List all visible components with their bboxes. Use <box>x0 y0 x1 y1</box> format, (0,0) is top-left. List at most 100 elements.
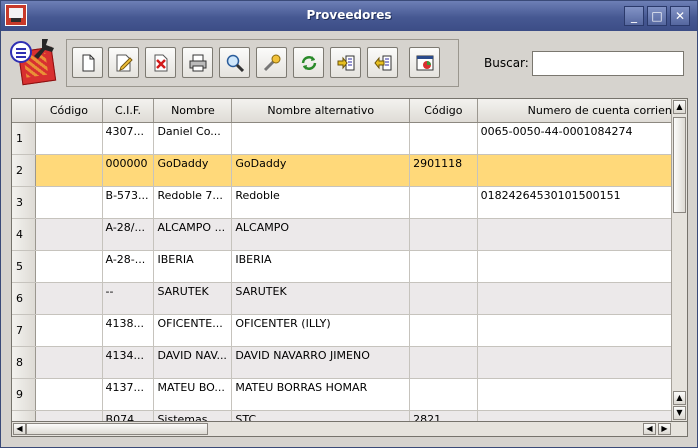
edit-button[interactable] <box>108 47 139 78</box>
table-row[interactable]: 8 4134... DAVID NAV... DAVID NAVARRO JIMENO <box>12 346 687 379</box>
vertical-scroll-thumb[interactable] <box>673 117 686 213</box>
cell-nombre-alternativo[interactable]: Redoble <box>231 186 411 219</box>
cell-cif[interactable]: B-573... <box>102 186 155 219</box>
column-header-nombre-alternativo[interactable]: Nombre alternativo <box>231 99 411 123</box>
row-number[interactable]: 9 <box>12 378 37 411</box>
cell-numero-cuenta[interactable] <box>477 378 687 411</box>
cell-cif[interactable]: 4138... <box>102 314 155 347</box>
tools-button[interactable] <box>256 47 287 78</box>
cell-codigo-2[interactable] <box>409 378 478 411</box>
cell-nombre-alternativo[interactable]: ALCAMPO <box>231 218 411 251</box>
table-row[interactable]: 3 B-573... Redoble 7... Redoble 018242645301… <box>12 186 687 219</box>
table-row[interactable]: 4 A-28/... ALCAMPO ... ALCAMPO <box>12 218 687 251</box>
table-row[interactable]: 5 A-28-... IBERIA IBERIA <box>12 250 687 283</box>
cell-nombre-alternativo[interactable]: GoDaddy <box>231 154 411 187</box>
suppliers-table[interactable]: Código C.I.F. Nombre Nombre alternativo … <box>11 98 688 423</box>
row-number[interactable]: 5 <box>12 250 37 283</box>
close-button[interactable]: ✕ <box>670 6 690 26</box>
cell-nombre[interactable]: SARUTEK <box>153 282 233 315</box>
scroll-up-button[interactable]: ▲ <box>673 100 686 114</box>
menu-logo-button[interactable] <box>10 39 58 87</box>
cell-nombre-alternativo[interactable]: MATEU BORRAS HOMAR <box>231 378 411 411</box>
cell-numero-cuenta[interactable] <box>477 154 687 187</box>
column-header-codigo[interactable]: Código <box>35 99 103 123</box>
column-header-codigo-2[interactable]: Código <box>409 99 478 123</box>
cell-numero-cuenta[interactable] <box>477 250 687 283</box>
scroll-down-button[interactable]: ▼ <box>673 406 686 420</box>
cell-cif[interactable]: A-28-... <box>102 250 155 283</box>
cell-numero-cuenta[interactable]: 0065-0050-44-0001084274 <box>477 122 687 155</box>
cell-codigo[interactable] <box>35 154 103 187</box>
minimize-button[interactable]: _ <box>624 6 644 26</box>
new-button[interactable] <box>72 47 103 78</box>
row-number[interactable]: 8 <box>12 346 37 379</box>
title-bar[interactable]: Proveedores _ □ ✕ <box>1 1 697 31</box>
horizontal-scrollbar[interactable]: ◀ ◀ ▶ <box>11 421 688 437</box>
cell-codigo-2[interactable] <box>409 218 478 251</box>
cell-nombre[interactable]: GoDaddy <box>153 154 233 187</box>
cell-codigo[interactable] <box>35 378 103 411</box>
import-button[interactable] <box>330 47 361 78</box>
corner-header[interactable] <box>12 99 37 123</box>
scroll-left-button[interactable]: ◀ <box>13 423 26 435</box>
cell-numero-cuenta[interactable] <box>477 314 687 347</box>
cell-nombre[interactable]: Redoble 7... <box>153 186 233 219</box>
cell-numero-cuenta[interactable] <box>477 346 687 379</box>
search-button[interactable] <box>219 47 250 78</box>
cell-nombre-alternativo[interactable]: OFICENTER (ILLY) <box>231 314 411 347</box>
row-number[interactable]: 7 <box>12 314 37 347</box>
cell-nombre-alternativo[interactable] <box>231 122 411 155</box>
table-row[interactable]: 7 4138... OFICENTE... OFICENTER (ILLY) <box>12 314 687 347</box>
cell-numero-cuenta[interactable] <box>477 218 687 251</box>
row-number[interactable]: 4 <box>12 218 37 251</box>
cell-nombre[interactable]: IBERIA <box>153 250 233 283</box>
cell-nombre[interactable]: MATEU BO... <box>153 378 233 411</box>
column-header-nombre[interactable]: Nombre <box>153 99 233 123</box>
print-button[interactable] <box>182 47 213 78</box>
row-number[interactable]: 1 <box>12 122 37 155</box>
table-row[interactable]: 6 -- SARUTEK SARUTEK <box>12 282 687 315</box>
cell-codigo[interactable] <box>35 186 103 219</box>
cell-codigo-2[interactable] <box>409 250 478 283</box>
cell-codigo-2[interactable] <box>409 122 478 155</box>
cell-codigo-2[interactable] <box>409 186 478 219</box>
cell-nombre-alternativo[interactable]: IBERIA <box>231 250 411 283</box>
row-number[interactable]: 3 <box>12 186 37 219</box>
maximize-button[interactable]: □ <box>647 6 667 26</box>
cell-cif[interactable]: 4137... <box>102 378 155 411</box>
cell-nombre[interactable]: OFICENTE... <box>153 314 233 347</box>
cell-codigo[interactable] <box>35 218 103 251</box>
cell-cif[interactable]: 4307... <box>102 122 155 155</box>
cell-nombre-alternativo[interactable]: SARUTEK <box>231 282 411 315</box>
cell-codigo[interactable] <box>35 346 103 379</box>
row-number[interactable]: 6 <box>12 282 37 315</box>
cell-codigo[interactable] <box>35 314 103 347</box>
horizontal-scroll-thumb[interactable] <box>26 423 208 435</box>
cell-codigo[interactable] <box>35 122 103 155</box>
cell-numero-cuenta[interactable]: 01824264530101500151 <box>477 186 687 219</box>
report-button[interactable] <box>409 47 440 78</box>
column-header-numero-cuenta[interactable]: Numero de cuenta corriente <box>477 99 687 123</box>
cell-codigo-2[interactable] <box>409 314 478 347</box>
cell-nombre-alternativo[interactable]: DAVID NAVARRO JIMENO <box>231 346 411 379</box>
cell-codigo-2[interactable] <box>409 282 478 315</box>
scroll-left-button-right[interactable]: ◀ <box>643 423 656 435</box>
table-row[interactable]: 1 4307... Daniel Co... 0065-0050-44-0001084… <box>12 122 687 155</box>
cell-numero-cuenta[interactable] <box>477 282 687 315</box>
cell-cif[interactable]: -- <box>102 282 155 315</box>
vertical-scrollbar[interactable]: ▲ ▲ ▼ <box>671 98 688 423</box>
table-row[interactable]: 2 000000 GoDaddy GoDaddy 2901118 <box>12 154 687 187</box>
refresh-button[interactable] <box>293 47 324 78</box>
delete-button[interactable] <box>145 47 176 78</box>
row-number[interactable]: 2 <box>12 154 37 187</box>
search-input[interactable] <box>532 51 684 76</box>
column-header-cif[interactable]: C.I.F. <box>102 99 155 123</box>
cell-cif[interactable]: A-28/... <box>102 218 155 251</box>
cell-codigo[interactable] <box>35 282 103 315</box>
cell-nombre[interactable]: DAVID NAV... <box>153 346 233 379</box>
scroll-down-arrow-upper[interactable]: ▲ <box>673 391 686 405</box>
cell-nombre[interactable]: ALCAMPO ... <box>153 218 233 251</box>
scroll-right-button[interactable]: ▶ <box>658 423 671 435</box>
cell-codigo-2[interactable]: 2901118 <box>409 154 478 187</box>
cell-codigo-2[interactable] <box>409 346 478 379</box>
